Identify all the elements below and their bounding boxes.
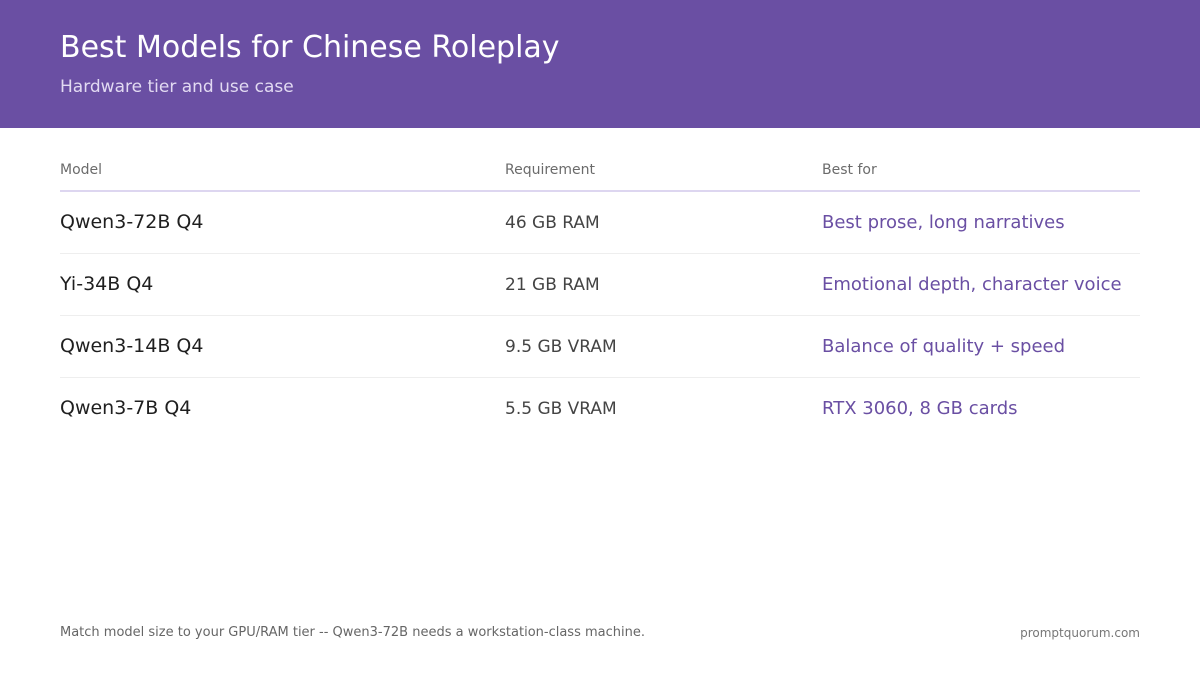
column-header-model: Model bbox=[60, 162, 103, 178]
best-for-cell: RTX 3060, 8 GB cards bbox=[822, 398, 1018, 419]
table-header: Model Requirement Best for bbox=[60, 150, 1140, 192]
requirement-cell: 9.5 GB VRAM bbox=[505, 337, 617, 357]
column-header-requirement: Requirement bbox=[505, 162, 596, 178]
model-cell: Qwen3-14B Q4 bbox=[60, 335, 204, 357]
table-row: Qwen3-7B Q4 5.5 GB VRAM RTX 3060, 8 GB c… bbox=[60, 378, 1140, 439]
table-row: Qwen3-14B Q4 9.5 GB VRAM Balance of qual… bbox=[60, 316, 1140, 378]
best-for-cell: Best prose, long narratives bbox=[822, 212, 1065, 233]
best-for-cell: Emotional depth, character voice bbox=[822, 274, 1122, 295]
model-cell: Yi-34B Q4 bbox=[60, 273, 154, 295]
page-title: Best Models for Chinese Roleplay bbox=[60, 30, 560, 65]
models-table: Model Requirement Best for Qwen3-72B Q4 … bbox=[60, 150, 1140, 439]
requirement-cell: 5.5 GB VRAM bbox=[505, 399, 617, 419]
table-row: Yi-34B Q4 21 GB RAM Emotional depth, cha… bbox=[60, 254, 1140, 316]
page-subtitle: Hardware tier and use case bbox=[60, 77, 294, 97]
column-header-best-for: Best for bbox=[822, 162, 877, 178]
best-for-cell: Balance of quality + speed bbox=[822, 336, 1066, 357]
footer-brand: promptquorum.com bbox=[1020, 626, 1140, 640]
header-banner: Best Models for Chinese Roleplay Hardwar… bbox=[0, 0, 1200, 128]
footer-note: Match model size to your GPU/RAM tier --… bbox=[60, 625, 645, 640]
table-row: Qwen3-72B Q4 46 GB RAM Best prose, long … bbox=[60, 192, 1140, 254]
model-cell: Qwen3-7B Q4 bbox=[60, 397, 192, 419]
requirement-cell: 21 GB RAM bbox=[505, 275, 600, 295]
requirement-cell: 46 GB RAM bbox=[505, 213, 600, 233]
model-cell: Qwen3-72B Q4 bbox=[60, 211, 204, 233]
